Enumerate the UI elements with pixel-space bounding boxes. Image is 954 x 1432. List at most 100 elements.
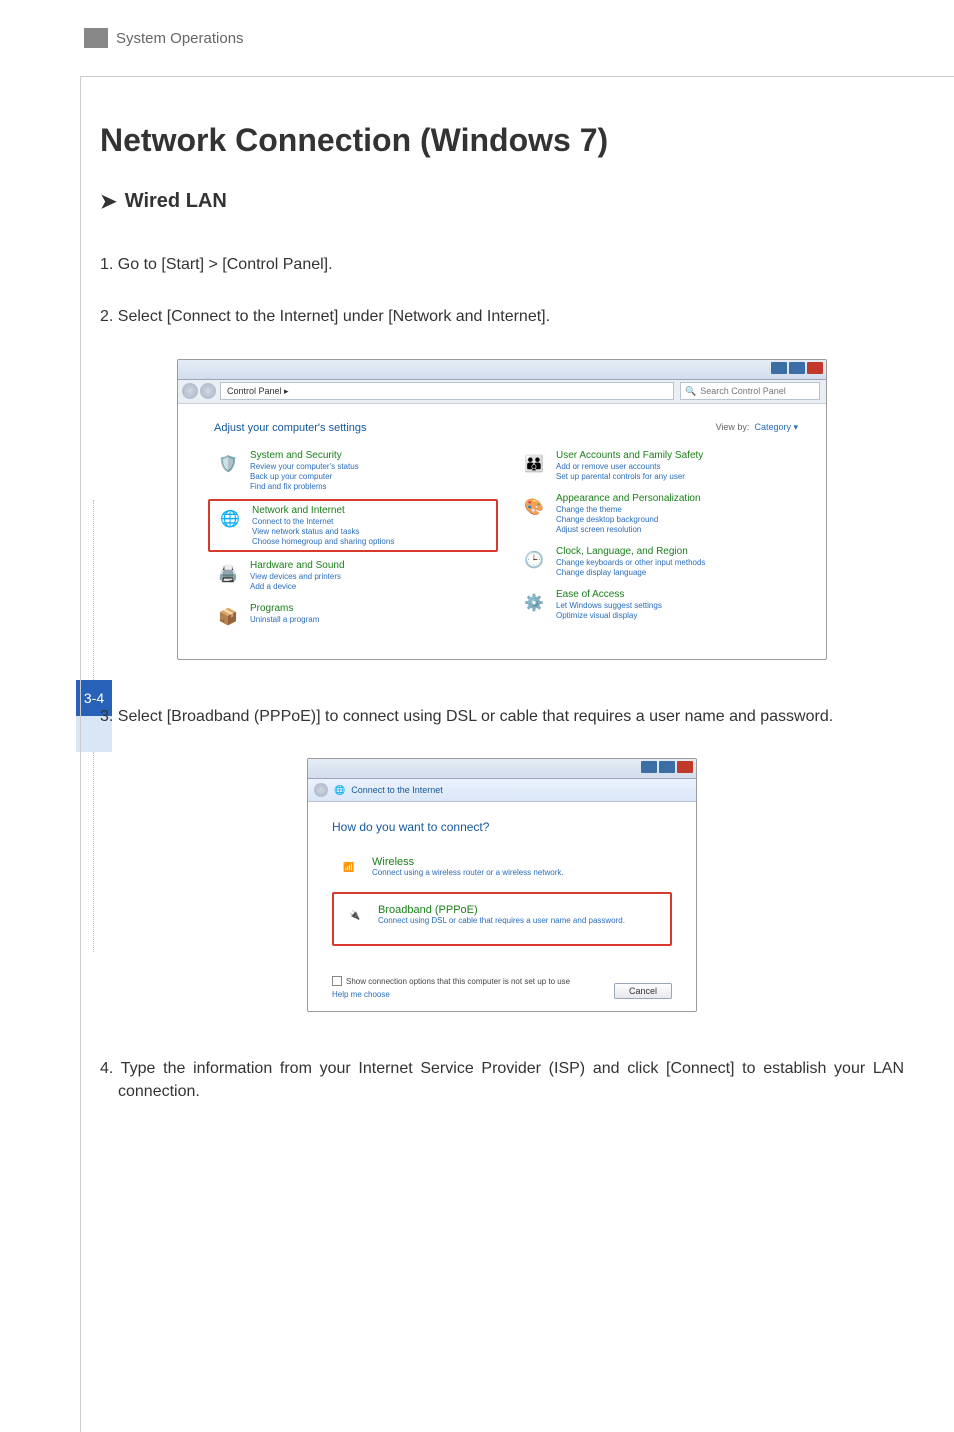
- step-3-text: Select [Broadband (PPPoE)] to connect us…: [118, 708, 833, 725]
- dialog-crumb-text: Connect to the Internet: [351, 785, 443, 795]
- dialog-body: How do you want to connect? 📶WirelessCon…: [308, 802, 696, 1011]
- breadcrumb: Control Panel ▸: [220, 382, 674, 400]
- cp-category: 🖨️ Hardware and SoundView devices and pri…: [214, 560, 492, 591]
- window-caption-buttons-2: [641, 761, 693, 773]
- maximize-icon: [659, 761, 675, 773]
- category-link: Optimize visual display: [556, 611, 662, 620]
- screenshot-connect-internet: 🌐 Connect to the Internet How do you wan…: [307, 758, 697, 1012]
- cp-category: 🎨 Appearance and PersonalizationChange th…: [520, 493, 798, 534]
- step-2: 2. Select [Connect to the Internet] unde…: [100, 306, 904, 328]
- option-title: Broadband (PPPoE): [378, 904, 625, 916]
- category-lines: System and SecurityReview your computer'…: [250, 450, 359, 491]
- category-lines: Network and InternetConnect to the Inter…: [252, 505, 394, 546]
- cp-left-column: 🛡️System and SecurityReview your compute…: [214, 450, 492, 631]
- category-icon: 📦: [214, 603, 242, 631]
- dialog-options: 📶 WirelessConnect using a wireless router…: [332, 850, 672, 946]
- category-icon: ⚙️: [520, 589, 548, 617]
- category-link: Change display language: [556, 568, 705, 577]
- back-icon: [314, 783, 328, 797]
- globe-icon: 🌐: [334, 785, 345, 796]
- address-bar: Control Panel ▸ 🔍 Search Control Panel: [178, 380, 826, 404]
- dialog-footer: Show connection options that this comput…: [332, 976, 672, 999]
- minimize-icon: [771, 362, 787, 374]
- cp-right-column: 👪User Accounts and Family SafetyAdd or r…: [520, 450, 798, 631]
- highlight-box: 🌐 Network and InternetConnect to the Inte…: [208, 499, 498, 552]
- section-heading: ➤ Wired LAN: [100, 189, 904, 214]
- option-icon: 🔌: [342, 904, 368, 926]
- close-icon: [677, 761, 693, 773]
- running-header: System Operations: [84, 28, 244, 48]
- step-4: 4. Type the information from your Intern…: [100, 1058, 904, 1103]
- content-area: Network Connection (Windows 7) ➤ Wired L…: [100, 122, 904, 1133]
- category-link: View network status and tasks: [252, 527, 394, 536]
- category-link: View devices and printers: [250, 572, 345, 581]
- step-3: 3. Select [Broadband (PPPoE)] to connect…: [100, 706, 904, 728]
- category-icon: 🖨️: [214, 560, 242, 588]
- section-heading-text: Wired LAN: [125, 190, 227, 213]
- category-title: Clock, Language, and Region: [556, 546, 705, 557]
- category-lines: Ease of AccessLet Windows suggest settin…: [556, 589, 662, 620]
- window-titlebar: [178, 360, 826, 380]
- chapter-title: Network Connection (Windows 7): [100, 122, 904, 159]
- step-2-text: Select [Connect to the Internet] under […: [118, 308, 550, 325]
- category-icon: 🌐: [216, 505, 244, 533]
- option-text: WirelessConnect using a wireless router …: [372, 856, 564, 877]
- step-3-num: 3.: [100, 708, 113, 725]
- category-link: Add or remove user accounts: [556, 462, 703, 471]
- window-titlebar-2: [308, 759, 696, 779]
- breadcrumb-text: Control Panel ▸: [227, 386, 289, 397]
- category-link: Adjust screen resolution: [556, 525, 701, 534]
- connection-option: 📶 WirelessConnect using a wireless router…: [332, 850, 672, 884]
- cancel-button: Cancel: [614, 983, 672, 999]
- category-title: User Accounts and Family Safety: [556, 450, 703, 461]
- step-1-text: Go to [Start] > [Control Panel].: [118, 256, 333, 273]
- search-placeholder: Search Control Panel: [700, 386, 786, 396]
- category-icon: 🕒: [520, 546, 548, 574]
- maximize-icon: [789, 362, 805, 374]
- forward-icon: [200, 383, 216, 399]
- step-1: 1. Go to [Start] > [Control Panel].: [100, 254, 904, 276]
- chevron-right-icon: ➤: [100, 189, 117, 214]
- option-subtitle: Connect using DSL or cable that requires…: [378, 916, 625, 925]
- category-link: Review your computer's status: [250, 462, 359, 471]
- category-title: Programs: [250, 603, 319, 614]
- option-subtitle: Connect using a wireless router or a wir…: [372, 868, 564, 877]
- window-caption-buttons: [771, 362, 823, 374]
- category-title: Appearance and Personalization: [556, 493, 701, 504]
- category-title: Network and Internet: [252, 505, 394, 516]
- category-icon: 🎨: [520, 493, 548, 521]
- highlight-box: 🔌 Broadband (PPPoE)Connect using DSL or c…: [332, 892, 672, 946]
- cp-category: 🌐 Network and InternetConnect to the Inte…: [216, 505, 490, 546]
- option-icon: 📶: [336, 856, 362, 878]
- step-4-text: Type the information from your Internet …: [118, 1060, 904, 1099]
- nav-back-forward: [182, 383, 216, 399]
- category-title: System and Security: [250, 450, 359, 461]
- option-title: Wireless: [372, 856, 564, 868]
- step-2-num: 2.: [100, 308, 113, 325]
- screenshot-control-panel: Control Panel ▸ 🔍 Search Control Panel A…: [177, 359, 827, 660]
- cp-category: 🕒 Clock, Language, and RegionChange keybo…: [520, 546, 798, 577]
- cp-category: 🛡️System and SecurityReview your compute…: [214, 450, 492, 491]
- close-icon: [807, 362, 823, 374]
- search-icon: 🔍: [685, 386, 696, 397]
- header-section-text: System Operations: [116, 30, 244, 47]
- category-link: Uninstall a program: [250, 615, 319, 624]
- view-by-label: View by:: [716, 422, 750, 432]
- minimize-icon: [641, 761, 657, 773]
- brand-block-icon: [84, 28, 108, 48]
- dialog-question: How do you want to connect?: [332, 820, 672, 834]
- category-lines: User Accounts and Family SafetyAdd or re…: [556, 450, 703, 481]
- category-title: Hardware and Sound: [250, 560, 345, 571]
- category-lines: Clock, Language, and RegionChange keyboa…: [556, 546, 705, 577]
- category-link: Back up your computer: [250, 472, 359, 481]
- step-4-num: 4.: [100, 1060, 113, 1077]
- help-link: Help me choose: [332, 990, 570, 999]
- checkbox-icon: [332, 976, 342, 986]
- category-lines: Hardware and SoundView devices and print…: [250, 560, 345, 591]
- show-more-text: Show connection options that this comput…: [346, 977, 570, 986]
- category-lines: ProgramsUninstall a program: [250, 603, 319, 631]
- cp-category: 📦 ProgramsUninstall a program: [214, 603, 492, 631]
- category-link: Change desktop background: [556, 515, 701, 524]
- category-link: Connect to the Internet: [252, 517, 394, 526]
- category-link: Change the theme: [556, 505, 701, 514]
